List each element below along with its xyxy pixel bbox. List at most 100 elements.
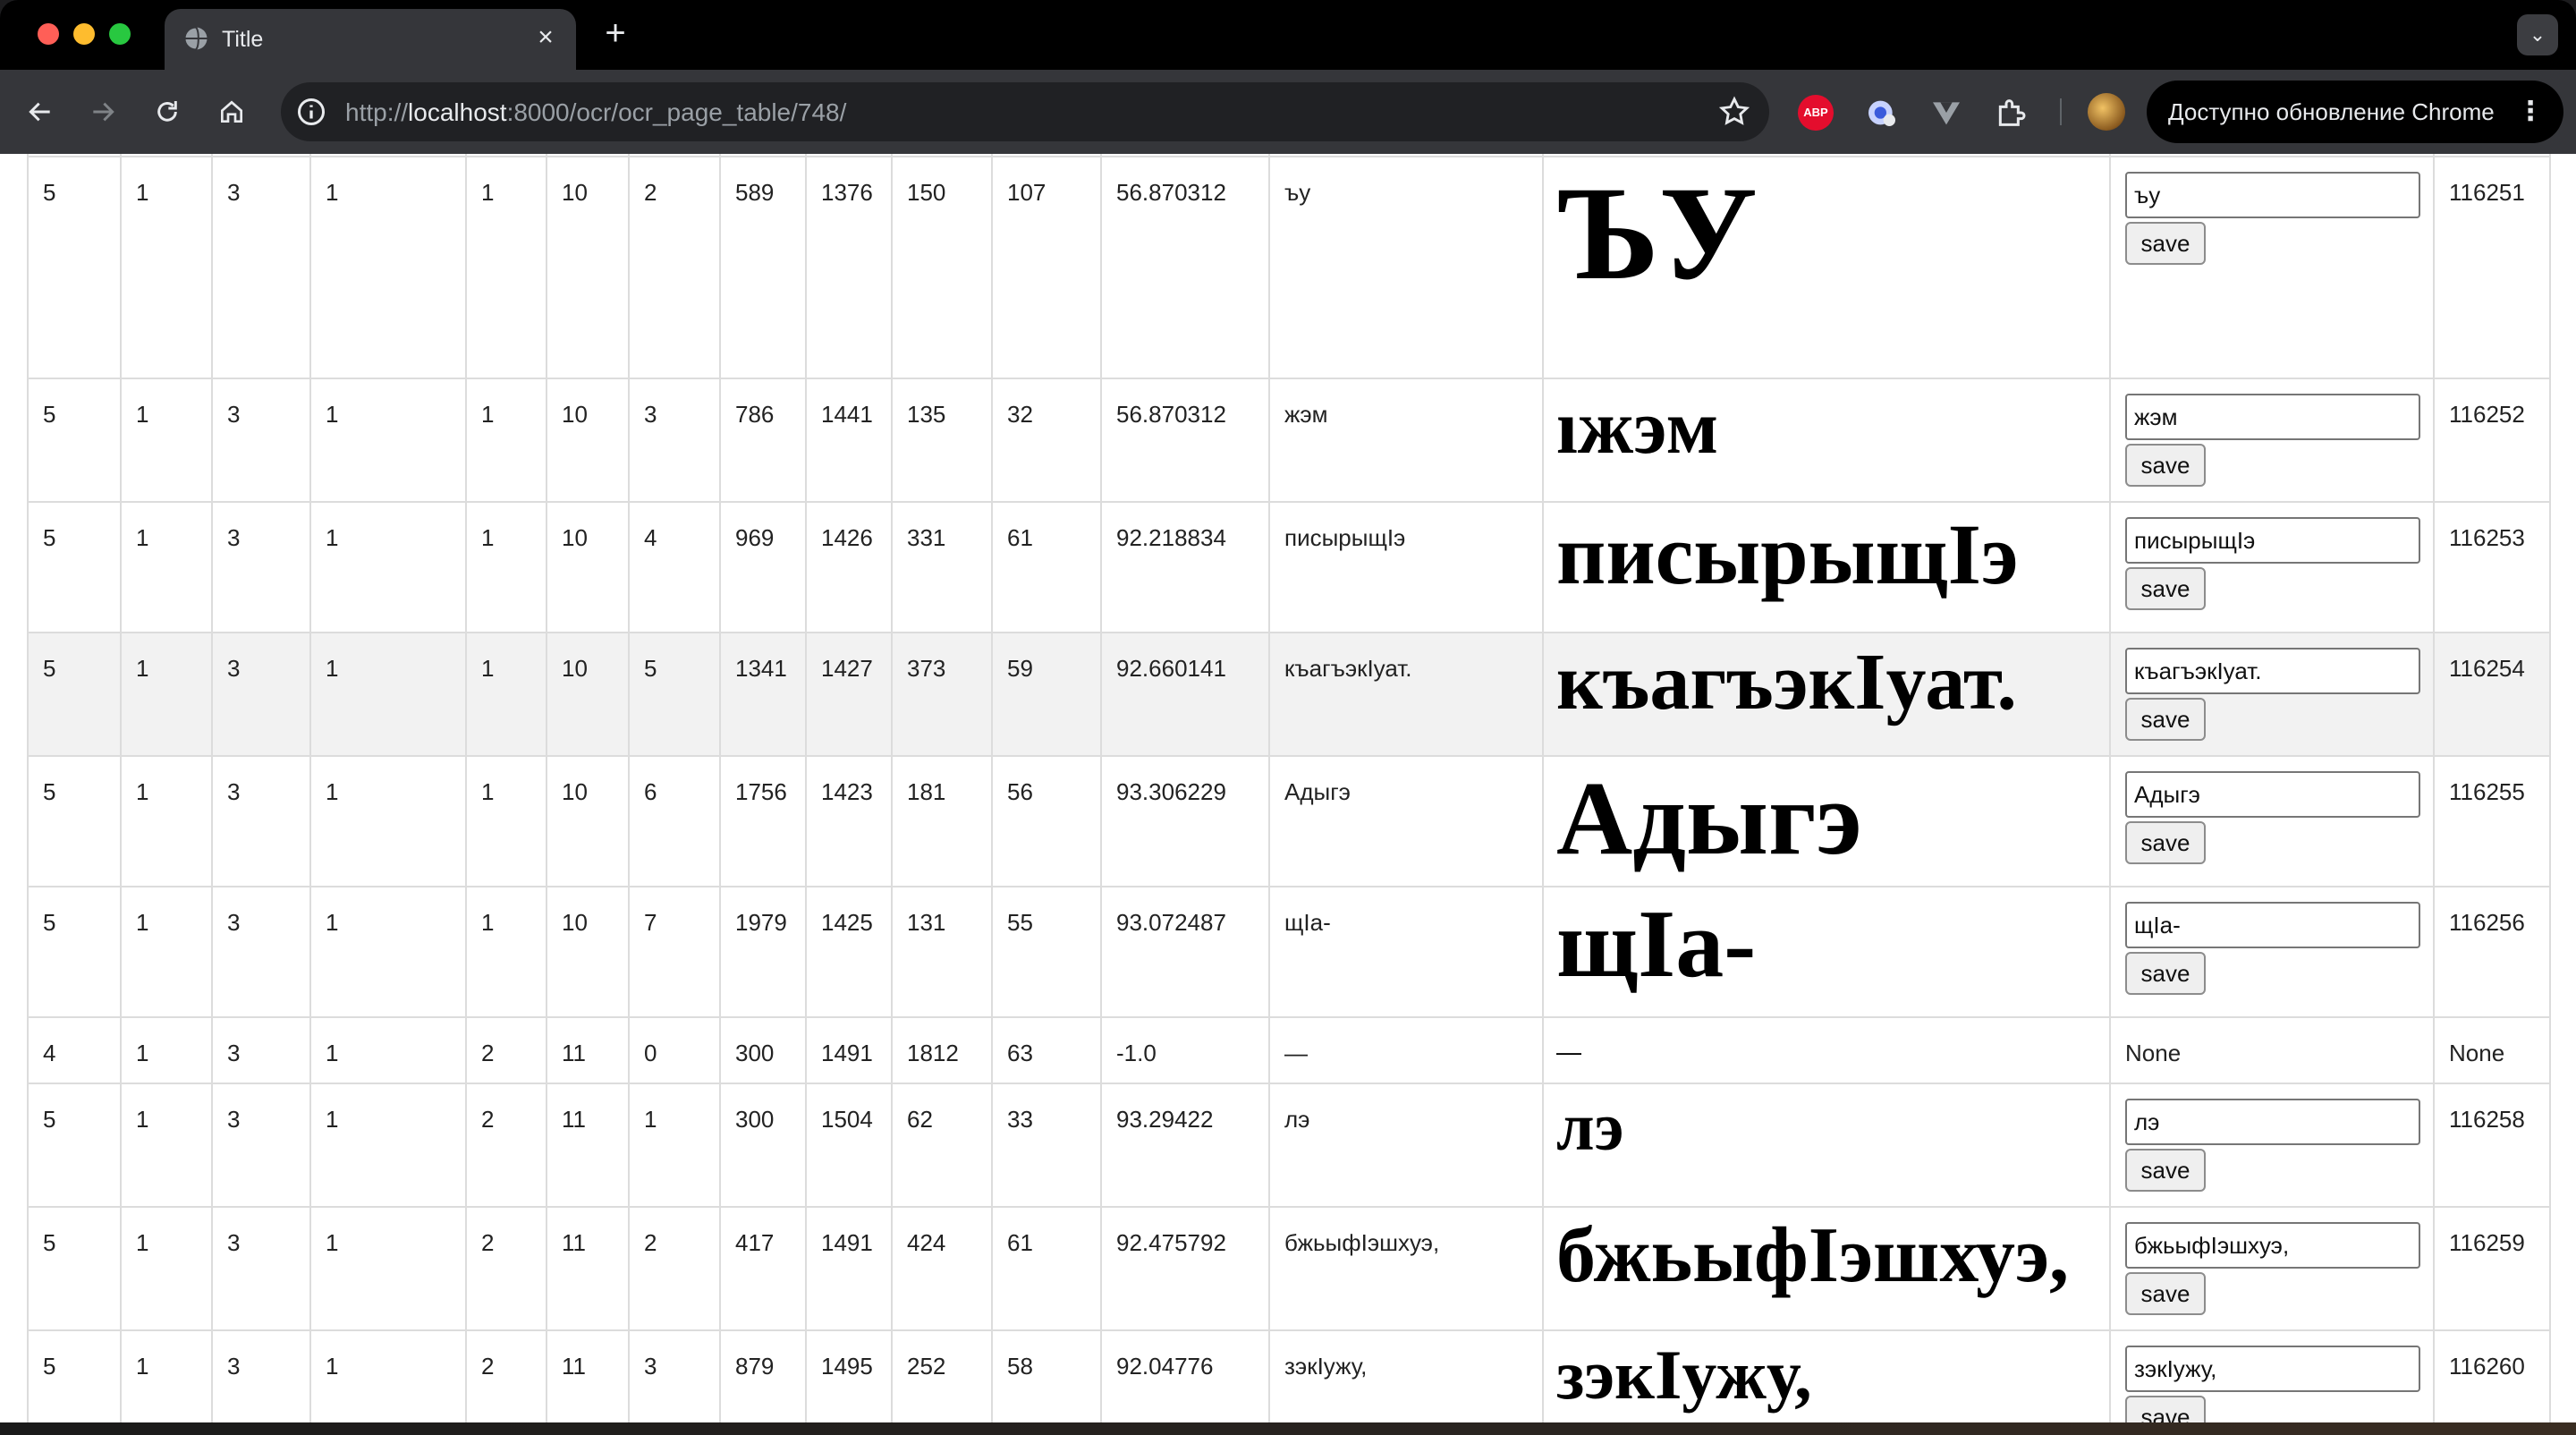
back-button[interactable] xyxy=(18,89,63,134)
url-host: localhost xyxy=(408,98,507,126)
ocr-text-cell: щIа- xyxy=(1268,886,1544,1018)
save-button[interactable]: save xyxy=(2125,567,2206,610)
word-text-input[interactable] xyxy=(2125,394,2420,440)
home-button[interactable] xyxy=(209,89,254,134)
table-cell: 3 xyxy=(211,632,311,757)
save-button[interactable]: save xyxy=(2125,444,2206,487)
table-cell: 2 xyxy=(465,1016,547,1084)
table-cell: 424 xyxy=(891,1206,993,1331)
word-text-input[interactable] xyxy=(2125,771,2420,818)
word-text-input[interactable] xyxy=(2125,517,2420,564)
table-cell: 1 xyxy=(465,755,547,887)
address-bar[interactable]: http://localhost:8000/ocr/ocr_page_table… xyxy=(281,82,1769,141)
table-cell: 3 xyxy=(211,1329,311,1422)
tab-search-button[interactable]: ⌄ xyxy=(2517,14,2558,55)
maximize-window-button[interactable] xyxy=(109,23,131,45)
word-image: Адыгэ xyxy=(1556,760,1862,877)
word-text-input[interactable] xyxy=(2125,172,2420,218)
save-button[interactable]: save xyxy=(2125,1149,2206,1192)
table-row: 5 1 3 1 2 11 3 879 1495 252 58 92.04776 зэкIужу, зэкI… xyxy=(27,1329,2551,1422)
page-viewport: save 51311102589137615010756.870312ъуЪУs… xyxy=(0,154,2576,1422)
table-cell: 5 xyxy=(27,1206,122,1331)
table-cell: 4 xyxy=(27,1016,122,1084)
browser-window: Title × + ⌄ http://localhost:8000/ocr/oc… xyxy=(0,0,2576,1422)
table-row: 51311102589137615010756.870312ъуЪУsave11… xyxy=(27,156,2551,379)
table-cell: 1376 xyxy=(805,156,893,379)
save-button[interactable]: save xyxy=(2125,1396,2206,1422)
edit-cell: save xyxy=(2109,886,2435,1018)
table-cell: 373 xyxy=(891,632,993,757)
ocr-text-cell: писырыщІэ xyxy=(1268,501,1544,633)
table-cell: 1 xyxy=(465,378,547,503)
table-cell: 1504 xyxy=(805,1083,893,1208)
table-cell: 3 xyxy=(211,156,311,379)
desktop-background xyxy=(0,1422,2576,1435)
table-cell: 1491 xyxy=(805,1016,893,1084)
close-tab-icon[interactable]: × xyxy=(531,23,560,52)
menu-dots-icon[interactable]: ⋮ xyxy=(2517,81,2544,143)
word-image: бжьыфIэшхуэ, xyxy=(1556,1212,2069,1299)
bookmark-star-icon[interactable] xyxy=(1717,95,1751,129)
word-id-cell: 116252 xyxy=(2433,378,2551,503)
ocr-text-cell: Адыгэ xyxy=(1268,755,1544,887)
save-button[interactable]: save xyxy=(2125,698,2206,741)
save-button[interactable]: save xyxy=(2125,821,2206,864)
url-scheme: http:// xyxy=(345,98,409,126)
table-cell: 61 xyxy=(991,501,1102,633)
table-cell: 3 xyxy=(211,378,311,503)
vuetools-extension-icon[interactable] xyxy=(1928,95,1964,131)
save-button[interactable]: save xyxy=(2125,222,2206,265)
reload-button[interactable] xyxy=(145,89,190,134)
word-text-input[interactable] xyxy=(2125,648,2420,694)
table-cell: 1495 xyxy=(805,1329,893,1422)
word-text-input[interactable] xyxy=(2125,1346,2420,1392)
table-cell: 969 xyxy=(719,501,807,633)
edit-cell: save xyxy=(2109,156,2435,379)
word-text-input[interactable] xyxy=(2125,1222,2420,1269)
table-cell: 3 xyxy=(211,886,311,1018)
table-cell: 7 xyxy=(628,886,721,1018)
table-cell: 1 xyxy=(309,1083,467,1208)
table-cell: 1 xyxy=(120,1016,213,1084)
toolbar-divider xyxy=(2060,98,2062,125)
profile-avatar[interactable] xyxy=(2088,93,2125,131)
home-icon xyxy=(221,100,242,123)
edit-cell: save xyxy=(2109,632,2435,757)
table-cell: 1 xyxy=(309,755,467,887)
table-row: 5 1 3 1 2 11 2 417 1491 424 61 92.475792 бжьыфIэшхуэ… xyxy=(27,1206,2551,1331)
table-cell: 1 xyxy=(309,632,467,757)
table-cell: 5 xyxy=(27,886,122,1018)
table-cell: 1423 xyxy=(805,755,893,887)
table-row: 4 1 3 1 2 11 0 300 1491 1812 63 -1.0— — None None xyxy=(27,1016,2551,1084)
table-cell: 10 xyxy=(546,632,630,757)
ocr-text-cell: зэкIужу, xyxy=(1268,1329,1544,1422)
table-cell: 1 xyxy=(120,501,213,633)
word-text-input[interactable] xyxy=(2125,902,2420,948)
word-id-cell: 116259 xyxy=(2433,1206,2551,1331)
extensions-puzzle-icon[interactable] xyxy=(1993,95,2029,131)
save-button[interactable]: save xyxy=(2125,1272,2206,1315)
browser-tab[interactable]: Title × xyxy=(165,9,576,70)
edit-cell: save xyxy=(2109,378,2435,503)
word-id-cell: 116256 xyxy=(2433,886,2551,1018)
table-cell: 1 xyxy=(309,156,467,379)
table-cell: 1341 xyxy=(719,632,807,757)
minimize-window-button[interactable] xyxy=(73,23,95,45)
new-tab-button[interactable]: + xyxy=(597,15,633,52)
table-cell: 56.870312 xyxy=(1100,378,1270,503)
site-info-icon[interactable] xyxy=(295,96,327,128)
word-image: ЪУ xyxy=(1556,159,1758,308)
table-cell: 786 xyxy=(719,378,807,503)
translate-extension-icon[interactable] xyxy=(1864,95,1900,131)
chrome-update-button[interactable]: Доступно обновление Chrome ⋮ xyxy=(2147,81,2563,143)
forward-button[interactable] xyxy=(80,89,125,134)
close-window-button[interactable] xyxy=(38,23,59,45)
table-cell: 1 xyxy=(309,1329,467,1422)
word-image: къагъэкIуат. xyxy=(1556,638,2017,726)
table-row: 5 1 3 1 1 10 5 1341 1427 373 59 92.660141 къагъэкIуа… xyxy=(27,632,2551,757)
word-image-cell: бжьыфIэшхуэ, xyxy=(1542,1206,2111,1331)
save-button[interactable]: save xyxy=(2125,952,2206,995)
word-text-input[interactable] xyxy=(2125,1099,2420,1145)
browser-toolbar: http://localhost:8000/ocr/ocr_page_table… xyxy=(0,70,2576,154)
adblock-extension-icon[interactable]: ABP xyxy=(1798,95,1834,131)
